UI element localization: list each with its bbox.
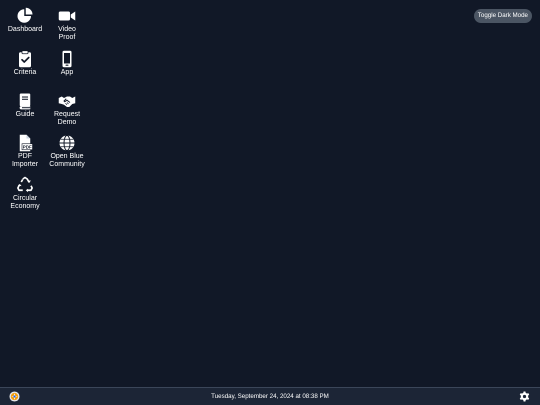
app-open-blue-community[interactable]: Open Blue Community bbox=[47, 134, 87, 169]
app-label: Open Blue Community bbox=[49, 153, 85, 168]
pie-chart-icon bbox=[16, 7, 34, 25]
globe-icon bbox=[58, 134, 76, 152]
app-dashboard[interactable]: Dashboard bbox=[5, 7, 45, 34]
app-video-proof[interactable]: Video Proof bbox=[47, 7, 87, 42]
book-icon bbox=[16, 92, 34, 110]
taskbar-datetime: Tuesday, September 24, 2024 at 08:38 PM bbox=[211, 393, 329, 400]
app-pdf-importer[interactable]: PDF PDF Importer bbox=[5, 134, 45, 169]
app-label: Request Demo bbox=[53, 111, 81, 126]
handshake-icon bbox=[58, 92, 76, 110]
app-label: App bbox=[60, 69, 74, 76]
mobile-phone-icon bbox=[58, 50, 76, 68]
video-camera-icon bbox=[58, 7, 76, 25]
toggle-dark-mode-button[interactable]: Toggle Dark Mode bbox=[473, 9, 532, 23]
gear-icon[interactable] bbox=[519, 391, 530, 402]
app-criteria[interactable]: Criteria bbox=[5, 50, 45, 77]
clipboard-check-icon bbox=[16, 50, 34, 68]
app-label: Circular Economy bbox=[10, 195, 40, 210]
app-app[interactable]: App bbox=[47, 50, 87, 77]
app-circular-economy[interactable]: Circular Economy bbox=[5, 176, 45, 211]
desktop: Toggle Dark Mode Dashboard Video Proof C… bbox=[0, 0, 540, 405]
app-label: Dashboard bbox=[7, 26, 43, 33]
svg-text:PDF: PDF bbox=[23, 145, 32, 150]
recycle-icon bbox=[16, 176, 34, 194]
app-label: Guide bbox=[15, 111, 35, 118]
app-request-demo[interactable]: Request Demo bbox=[47, 92, 87, 127]
app-label: PDF Importer bbox=[11, 153, 39, 168]
app-label: Video Proof bbox=[58, 26, 76, 41]
app-label: Criteria bbox=[13, 69, 37, 76]
taskbar: Tuesday, September 24, 2024 at 08:38 PM bbox=[0, 387, 540, 405]
pdf-file-icon: PDF bbox=[16, 134, 34, 152]
app-guide[interactable]: Guide bbox=[5, 92, 45, 119]
app-icon-grid: Dashboard Video Proof Criteria App Guide… bbox=[0, 0, 100, 230]
